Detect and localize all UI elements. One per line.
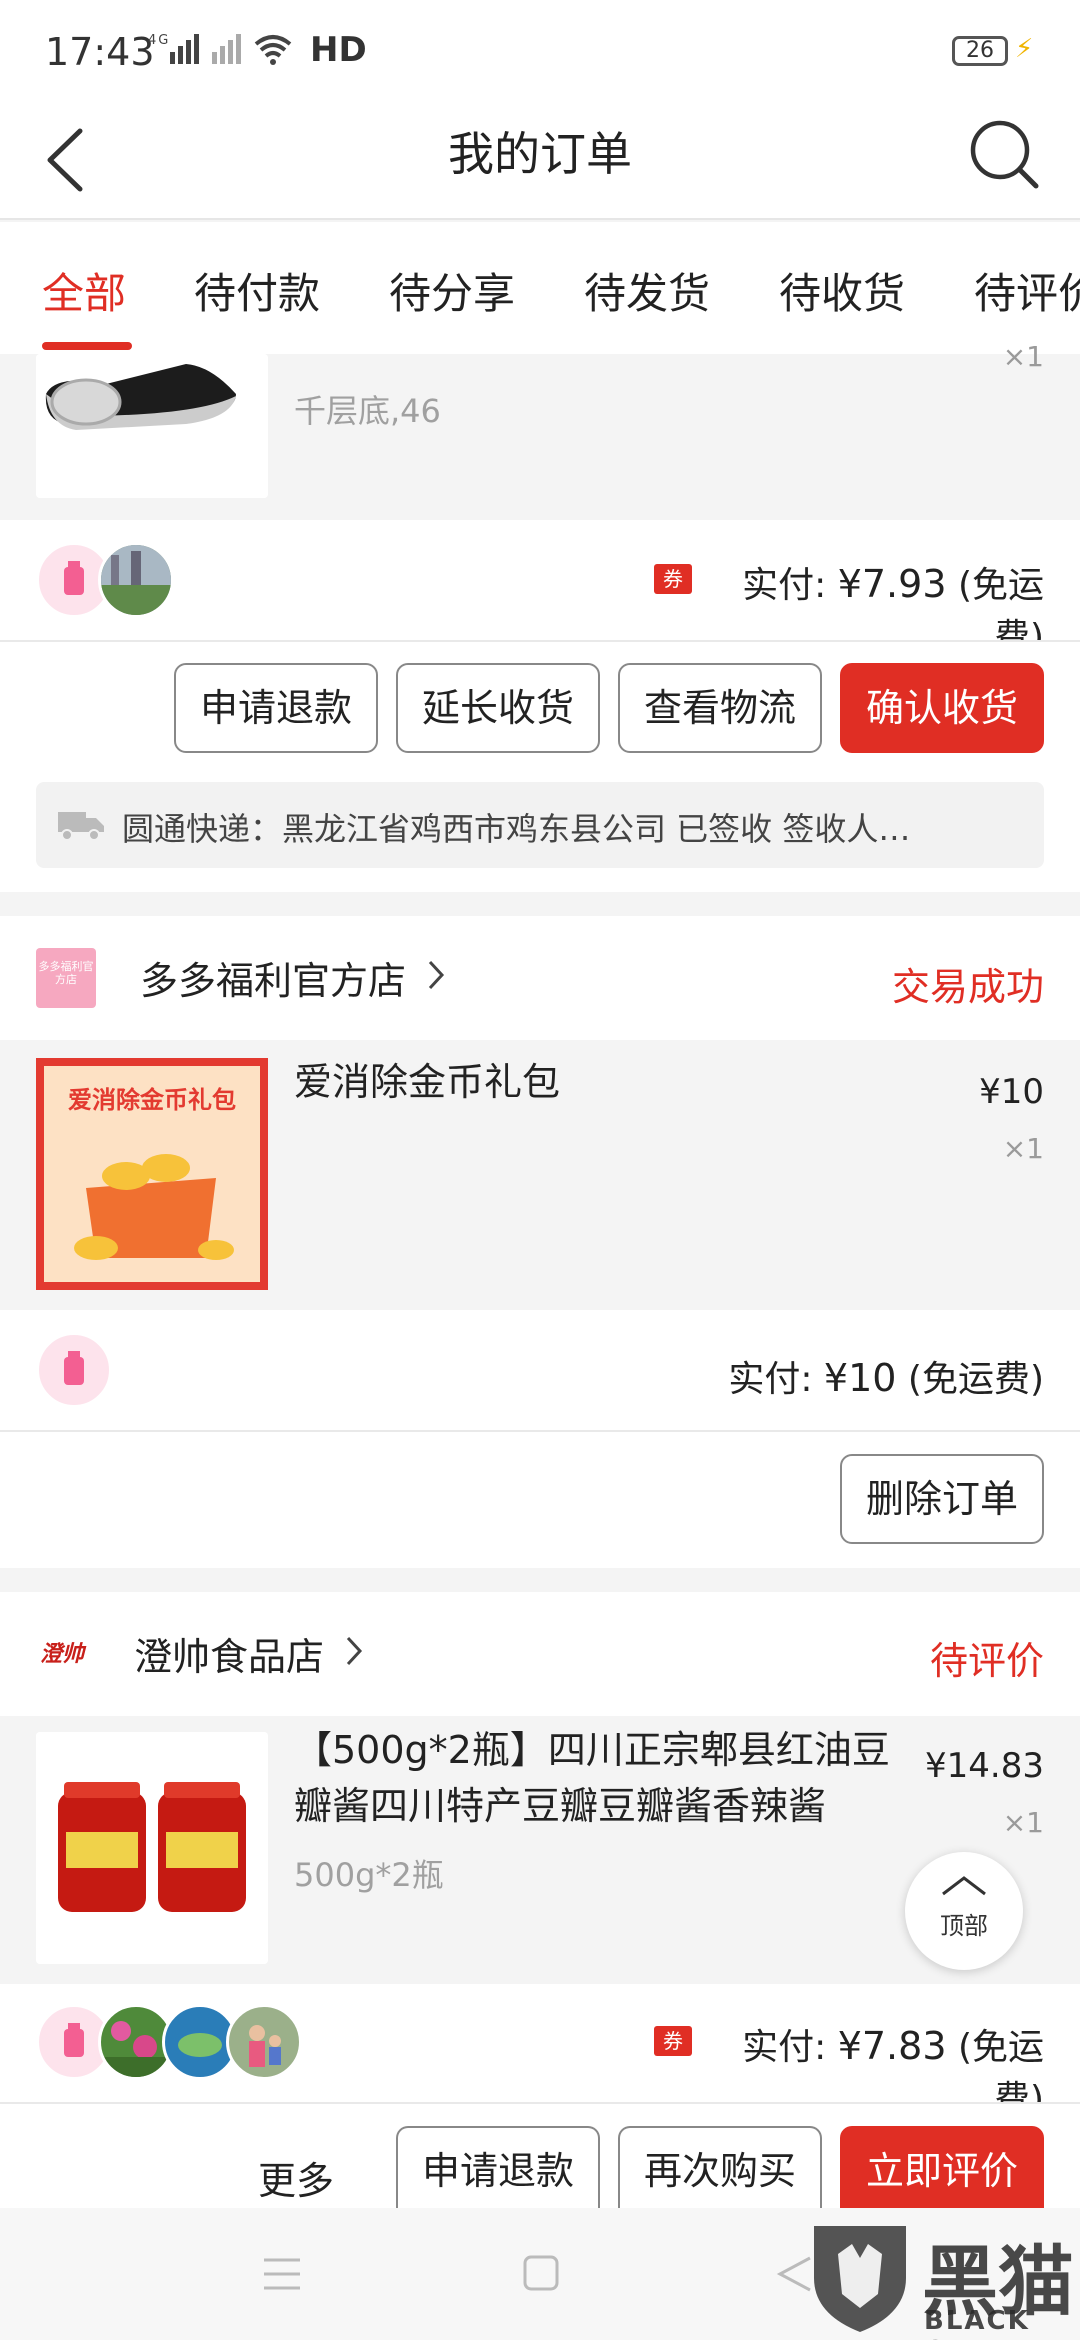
home-icon[interactable] — [522, 2254, 560, 2296]
tab-pending-review[interactable]: 待评价 — [974, 260, 1080, 321]
coupon-badge: 券 — [654, 564, 692, 594]
order-tabs: 全部 待付款 待分享 待发货 待收货 待评价 — [0, 222, 1080, 354]
shop-logo: 多多福利官方店 — [36, 948, 96, 1008]
status-time: 17:43 — [45, 30, 155, 74]
shop-name[interactable]: 澄帅食品店 — [134, 1626, 324, 1681]
chevron-right-icon — [344, 1634, 364, 1672]
tab-pending-shipment[interactable]: 待发货 — [584, 260, 710, 321]
buy-again-button[interactable]: 再次购买 — [618, 2126, 822, 2208]
svg-text:4G: 4G — [148, 33, 170, 48]
truck-icon — [58, 808, 104, 846]
product-price: ¥14.83 — [925, 1746, 1044, 1786]
tab-pending-receipt[interactable]: 待收货 — [779, 260, 905, 321]
watermark-logo — [808, 2214, 912, 2334]
tab-pending-payment[interactable]: 待付款 — [194, 260, 320, 321]
tab-all[interactable]: 全部 — [42, 260, 126, 321]
product-image-bean-paste[interactable] — [36, 1732, 268, 1964]
group-avatar-icon — [36, 1332, 112, 1408]
shop-logo: 澄帅 — [40, 1642, 85, 1667]
avatar — [226, 2004, 302, 2080]
review-now-button[interactable]: 立即评价 — [840, 2126, 1044, 2208]
product-price: ¥10 — [979, 1072, 1044, 1112]
product-image-coin-pack[interactable]: 爱消除金币礼包 — [36, 1058, 268, 1290]
product-image-shoe[interactable] — [36, 354, 268, 498]
back-to-top-label: 顶部 — [940, 1912, 988, 1940]
order-status: 待评价 — [929, 1639, 1044, 1683]
menu-icon[interactable] — [262, 2256, 302, 2296]
product-quantity: ×1 — [1002, 1132, 1044, 1165]
wifi-hd-label: HD — [310, 30, 367, 70]
back-nav-icon[interactable] — [776, 2254, 812, 2298]
order-status: 交易成功 — [891, 965, 1044, 1009]
battery-icon: 26 — [952, 36, 1008, 66]
coupon-badge: 券 — [654, 2026, 692, 2056]
product-spec: 500g*2瓶 — [294, 1856, 444, 1894]
back-to-top-button[interactable]: 顶部 — [905, 1852, 1023, 1970]
logistics-text: 圆通快递：黑龙江省鸡西市鸡东县公司 已签收 签收人… — [122, 810, 911, 848]
shop-name[interactable]: 多多福利官方店 — [140, 950, 406, 1005]
page-title: 我的订单 — [448, 127, 632, 181]
product-quantity: ×1 — [1002, 1806, 1044, 1839]
tab-pending-share[interactable]: 待分享 — [389, 260, 515, 321]
request-refund-button[interactable]: 申请退款 — [174, 663, 378, 753]
product-spec: 千层底,46 — [294, 392, 441, 430]
signal-icon: 4G — [148, 30, 298, 77]
confirm-receipt-button[interactable]: 确认收货 — [840, 663, 1044, 753]
watermark-brand-en: BLACK CAT — [924, 2306, 1030, 2340]
avatar — [98, 542, 174, 618]
search-icon[interactable] — [968, 118, 1040, 190]
view-logistics-button[interactable]: 查看物流 — [618, 663, 822, 753]
product-title[interactable]: 【500g*2瓶】四川正宗郫县红油豆瓣酱四川特产豆瓣豆瓣酱香辣酱 — [294, 1722, 904, 1834]
paid-amount: 实付: ¥10 (免运费) — [728, 1356, 1044, 1400]
delete-order-button[interactable]: 删除订单 — [840, 1454, 1044, 1544]
request-refund-button[interactable]: 申请退款 — [396, 2126, 600, 2208]
chevron-up-icon — [942, 1876, 986, 1896]
more-actions-link[interactable]: 更多 — [258, 2150, 334, 2205]
charging-icon: ⚡ — [1015, 34, 1034, 64]
product-quantity: ×1 — [1002, 340, 1044, 373]
extend-receipt-button[interactable]: 延长收货 — [396, 663, 600, 753]
tab-active-indicator — [42, 342, 132, 350]
product-title[interactable]: 爱消除金币礼包 — [294, 1054, 560, 1110]
chevron-right-icon — [426, 958, 446, 996]
